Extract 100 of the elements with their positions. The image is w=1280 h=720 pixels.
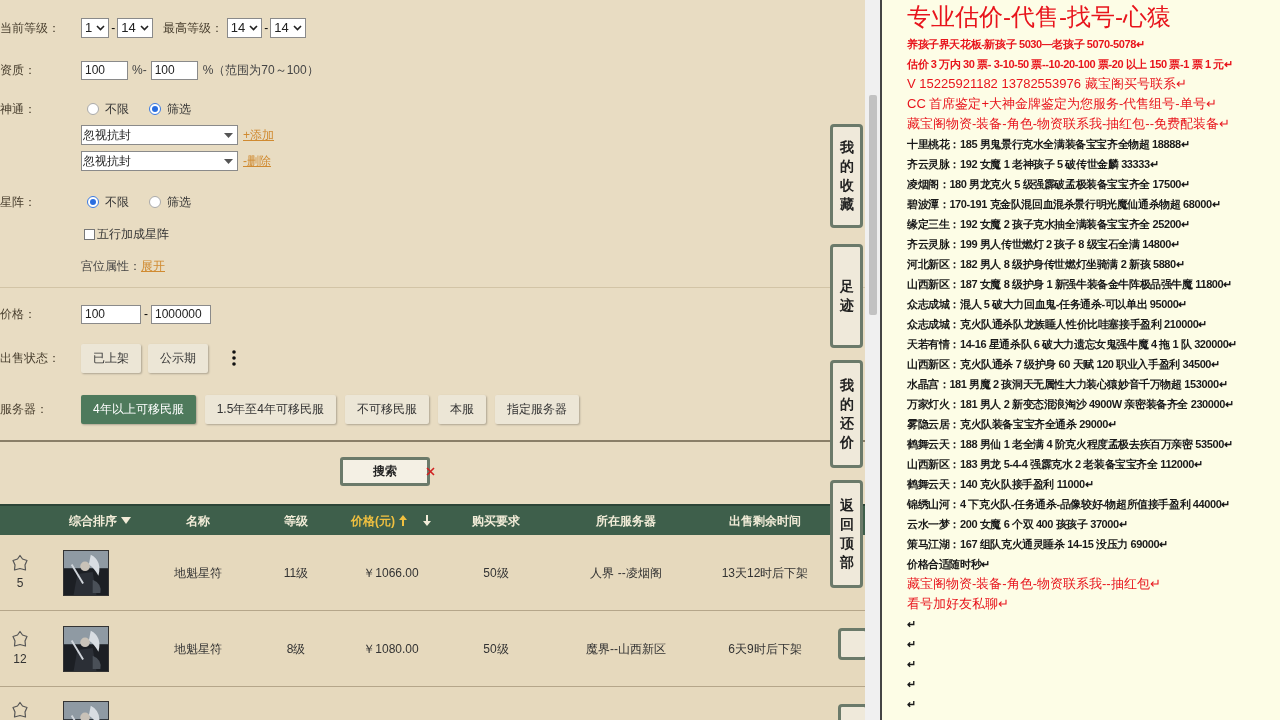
document-line: 缘定三生：192 女魔 2 孩子克水抽全满装备宝宝齐全 25200↵: [907, 217, 1190, 232]
field-label: 神通：: [0, 101, 37, 118]
level-select[interactable]: 1: [81, 18, 110, 38]
dropdown-caret-icon: [292, 25, 302, 31]
document-line: 凌烟阁：180 男龙克火 5 级强霹破孟极装备宝宝齐全 17500↵: [907, 177, 1190, 192]
document-line: 策马江湖：167 组队克火通灵睡杀 14-15 没压力 69000↵: [907, 537, 1168, 552]
table-cell-text: 50级: [483, 564, 509, 582]
document-line: 云水一梦：200 女魔 6 个双 400 孩孩子 37000↵: [907, 517, 1128, 532]
table-cell-text: ￥1080.00: [363, 640, 419, 658]
level-select[interactable]: 14: [270, 18, 306, 38]
palace-label: 宫位属性：: [81, 258, 141, 275]
radio-label: 筛选: [167, 101, 191, 118]
radio-label: 不限: [105, 101, 129, 118]
favorite-count: 12: [13, 650, 27, 668]
filter-option-button[interactable]: 指定服务器: [495, 394, 580, 424]
filter-option-button[interactable]: 不可移民服: [345, 394, 430, 424]
close-icon[interactable]: [426, 466, 435, 476]
column-header[interactable]: 购买要求: [472, 511, 520, 530]
checkbox[interactable]: [84, 228, 95, 240]
more-icon[interactable]: [231, 349, 237, 367]
document-line: ↵: [907, 697, 916, 712]
table-cell-text: 人界 --凌烟阁: [590, 564, 662, 582]
filter-option-button[interactable]: 1.5年至4年可移民服: [204, 394, 337, 424]
document-line: 专业估价-代售-找号-心猿: [907, 2, 1171, 32]
field-label: 星阵：: [0, 194, 37, 211]
filter-option-button[interactable]: 4年以上可移民服: [81, 394, 196, 424]
search-button[interactable]: 搜索: [340, 456, 430, 486]
table-cell-text: 6天9时后下架: [728, 640, 802, 658]
side-nav-button[interactable]: 足迹: [830, 244, 863, 348]
document-line: 齐云灵脉：199 男人传世燃灯 2 孩子 8 级宝石全满 14800↵: [907, 237, 1180, 252]
column-header[interactable]: 价格(元): [351, 511, 431, 530]
document-line: ↵: [907, 657, 916, 672]
filter-option-button[interactable]: 本服: [438, 394, 487, 424]
table-cell-text: 地魁星符: [174, 640, 222, 658]
document-line: 众志成城：克火队通杀队龙族睡人性价比哇塞接手盈利 210000↵: [907, 317, 1207, 332]
dropdown-caret-icon: [249, 25, 259, 31]
field-label: 服务器：: [0, 401, 49, 418]
document-line: 山西新区：183 男龙 5-4-4 强霹克水 2 老装备宝宝齐全 112000↵: [907, 457, 1203, 472]
number-field[interactable]: 1000000: [151, 304, 211, 324]
filter-option-button[interactable]: 已上架: [81, 343, 141, 373]
document-line: 河北新区：182 男人 8 级护身传世燃灯坐骑满 2 新孩 5880↵: [907, 257, 1185, 272]
row-action-button[interactable]: [838, 628, 865, 660]
sort-up-icon: [399, 515, 407, 526]
side-nav-button[interactable]: 我的还价: [830, 360, 863, 468]
field-label: 出售状态：: [0, 350, 61, 367]
star-icon[interactable]: [11, 553, 29, 572]
number-field[interactable]: 100: [81, 304, 141, 324]
column-header[interactable]: 所在服务器: [596, 511, 656, 530]
skill-select[interactable]: 忽视抗封: [81, 125, 238, 145]
column-header[interactable]: 出售剩余时间: [729, 511, 801, 530]
level-select[interactable]: 14: [117, 18, 153, 38]
document-line: 锦绣山河：4 下克火队-任务通杀-品像较好-物超所值接手盈利 44000↵: [907, 497, 1230, 512]
radio-label: 不限: [105, 194, 129, 211]
table-cell-text: 8级: [286, 640, 306, 658]
scrollbar[interactable]: [865, 0, 880, 720]
sort-down-icon: [423, 515, 431, 526]
radio-button[interactable]: [149, 196, 161, 208]
filter-option-button[interactable]: 公示期: [148, 343, 208, 373]
column-header[interactable]: 综合排序: [9, 511, 131, 530]
skill-select[interactable]: 忽视抗封: [81, 151, 238, 171]
radio-button[interactable]: [87, 196, 99, 208]
document-line: ↵: [907, 677, 916, 692]
document-line: 齐云灵脉：192 女魔 1 老神孩子 5 破传世金麟 33333↵: [907, 157, 1159, 172]
document-line: 鹤舞云天：188 男仙 1 老全满 4 阶克火程度孟极去疾百万亲密 53500↵: [907, 437, 1233, 452]
document-line: 价格合适随时秒↵: [907, 557, 990, 572]
dropdown-caret-icon: [224, 132, 233, 138]
star-icon[interactable]: [11, 629, 29, 648]
table-cell-text: 13天12时后下架: [721, 564, 809, 582]
side-nav-button[interactable]: 我的收藏: [830, 124, 863, 228]
number-field[interactable]: 100: [81, 60, 128, 80]
sort-down-icon: [121, 517, 131, 524]
field-label: 资质：: [0, 62, 37, 79]
column-header[interactable]: 等级: [284, 511, 308, 530]
level-select[interactable]: 14: [226, 18, 263, 38]
column-header[interactable]: 名称: [186, 511, 210, 530]
document-line: 养孩子界天花板-新孩子 5030—老孩子 5070-5078↵: [907, 37, 1145, 52]
document-line: 山西新区：克火队通杀 7 级护身 60 天赋 120 职业入手盈利 34500↵: [907, 357, 1220, 372]
table-cell-text: ￥1066.00: [363, 564, 419, 582]
dropdown-caret-icon: [96, 25, 106, 31]
document-line: 众志成城：混人 5 破大力回血鬼-任务通杀-可以单出 95000↵: [907, 297, 1187, 312]
checkbox-label: 五行加成星阵: [97, 226, 169, 243]
number-field[interactable]: 100: [150, 60, 198, 80]
document-line: 十里桃花：185 男鬼景行克水全满装备宝宝齐全物超 18888↵: [907, 137, 1190, 152]
star-icon[interactable]: [11, 701, 29, 719]
dropdown-caret-icon: [224, 158, 233, 164]
radio-button[interactable]: [87, 103, 99, 115]
side-nav-button[interactable]: 返回顶部: [830, 480, 863, 588]
dropdown-caret-icon: [139, 25, 149, 31]
document-line: 雾隐云居：克火队装备宝宝齐全通杀 29000↵: [907, 417, 1117, 432]
radio-button[interactable]: [149, 103, 161, 115]
document-line: 万家灯火：181 男人 2 新变态混浪淘沙 4900W 亲密装备齐全 230000↵: [907, 397, 1234, 412]
table-cell-text: 魔界--山西新区: [586, 640, 666, 658]
percent-dash: %-: [131, 62, 148, 79]
document-line: 藏宝阁物资-装备-角色-物资联系我-抽红包--免费配装备↵: [907, 115, 1230, 133]
document-line: 水晶宫：181 男魔 2 孩洞天无属性大力装心猿妙音千万物超 153000↵: [907, 377, 1228, 392]
range-dash: -: [143, 306, 149, 323]
document-line: V 15225921182 13782553976 藏宝阁买号联系↵: [907, 75, 1187, 93]
document-line: 估价 3 万内 30 票- 3-10-50 票--10-20-100 票-20 以上 150 票-1 票 1 元↵: [907, 57, 1233, 72]
document-line: ↵: [907, 637, 916, 652]
table-cell-text: 地魁星符: [174, 564, 222, 582]
